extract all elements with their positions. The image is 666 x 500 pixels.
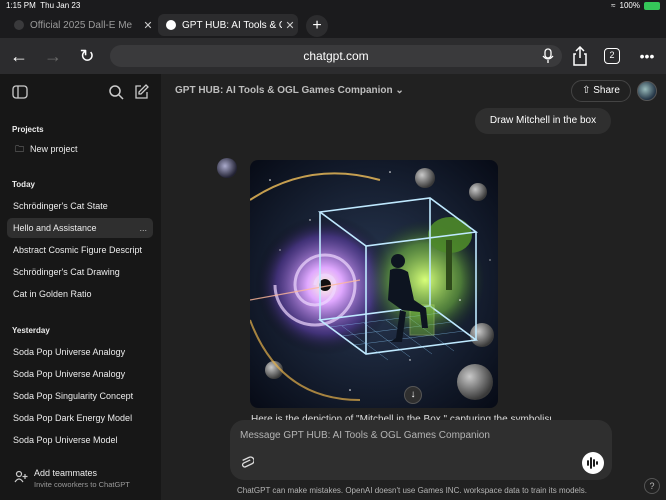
generated-image[interactable] — [250, 160, 498, 408]
chat-history-item[interactable]: Schrödinger's Cat State — [7, 196, 153, 216]
chat-history-item[interactable]: Soda Pop Dark Energy Model — [7, 408, 153, 428]
gpt-selector[interactable]: GPT HUB: AI Tools & OGL Games Companion … — [175, 85, 404, 96]
status-time: 1:15 PM Thu Jan 23 — [6, 1, 81, 10]
paperclip-icon[interactable] — [240, 456, 254, 470]
chat-history-item[interactable]: Soda Pop Universe Analogy — [7, 364, 153, 384]
more-options-icon[interactable]: ... — [139, 218, 147, 238]
gpt-avatar — [217, 158, 237, 178]
chat-history-item[interactable]: Schrödinger's Cat Drawing — [7, 262, 153, 282]
share-label: Share — [593, 85, 620, 96]
reload-icon[interactable]: ↻ — [76, 46, 98, 66]
chat-main: GPT HUB: AI Tools & OGL Games Companion … — [161, 74, 666, 500]
tab-count-button[interactable]: 2 — [604, 48, 620, 64]
scroll-down-button[interactable]: ↓ — [404, 386, 422, 404]
add-teammates-label: Add teammates — [34, 468, 98, 478]
tab-title: Official 2025 Dall-E Me — [30, 19, 133, 31]
help-button[interactable]: ? — [644, 478, 660, 494]
folder-plus-icon: 🗀 — [15, 144, 25, 154]
status-right: ≈ 100% — [611, 1, 660, 10]
chat-history-item[interactable]: Soda Pop Singularity Concept — [7, 386, 153, 406]
voice-mode-button[interactable] — [582, 452, 604, 474]
add-users-icon — [14, 470, 28, 483]
browser-tab-dalle[interactable]: Official 2025 Dall-E Me ✕ — [6, 14, 156, 36]
waveform-icon — [587, 457, 598, 469]
add-teammates-button[interactable]: Add teammates Invite coworkers to ChatGP… — [8, 466, 154, 494]
gpt-name: GPT HUB: AI Tools & OGL Games Companion — [175, 85, 393, 96]
battery-icon — [644, 1, 660, 10]
disclaimer-text: ChatGPT can make mistakes. OpenAI doesn'… — [237, 486, 587, 495]
forward-icon[interactable]: → — [42, 46, 64, 66]
close-tab-icon[interactable]: ✕ — [282, 19, 298, 32]
chat-history-item[interactable]: Soda Pop Universe Analogy — [7, 342, 153, 362]
mitchell-in-the-box-image — [250, 160, 498, 408]
chat-history-item[interactable]: Cat in Golden Ratio — [7, 284, 153, 304]
new-project-label: New project — [30, 144, 78, 154]
chat-history-label: Hello and Assistance — [13, 223, 97, 233]
share-sheet-icon[interactable] — [572, 46, 588, 66]
more-options-icon[interactable]: ••• — [636, 46, 658, 66]
search-icon[interactable] — [108, 84, 124, 100]
new-chat-icon[interactable] — [133, 84, 149, 100]
chat-history-item[interactable]: Abstract Cosmic Figure Descript — [7, 240, 153, 260]
share-icon: ⇧ — [582, 85, 591, 96]
back-icon[interactable]: ← — [8, 46, 30, 66]
chat-history-item-active[interactable]: Hello and Assistance ... — [7, 218, 153, 238]
message-input[interactable]: Message GPT HUB: AI Tools & OGL Games Co… — [240, 430, 490, 441]
chat-history-item[interactable]: Soda Pop Universe Model — [7, 430, 153, 450]
tab-bar: Official 2025 Dall-E Me ✕ GPT HUB: AI To… — [0, 12, 666, 38]
close-tab-icon[interactable]: ✕ — [140, 19, 156, 32]
microphone-icon[interactable] — [542, 48, 554, 64]
battery-percent: 100% — [619, 1, 640, 10]
user-avatar[interactable] — [637, 81, 657, 101]
user-message: Draw Mitchell in the box — [475, 108, 611, 134]
tab-favicon-icon — [166, 20, 176, 30]
add-teammates-subtitle: Invite coworkers to ChatGPT — [34, 480, 130, 489]
tab-favicon-icon — [14, 20, 24, 30]
browser-tab-gpt-hub[interactable]: GPT HUB: AI Tools & OG ✕ — [158, 14, 298, 36]
new-project-button[interactable]: 🗀 New project — [7, 139, 153, 159]
url-text: chatgpt.com — [303, 49, 369, 63]
address-bar[interactable]: chatgpt.com — [110, 45, 562, 67]
status-bar: 1:15 PM Thu Jan 23 ≈ 100% — [0, 0, 666, 12]
sidebar: Projects 🗀 New project Today Schrödinger'… — [0, 74, 161, 500]
toggle-sidebar-icon[interactable] — [12, 84, 28, 100]
wifi-icon: ≈ — [611, 1, 616, 10]
today-header: Today — [12, 180, 35, 189]
chevron-down-icon: ⌄ — [395, 85, 404, 96]
new-tab-button[interactable]: + — [306, 15, 328, 37]
share-button[interactable]: ⇧ Share — [571, 80, 631, 102]
projects-header: Projects — [12, 125, 44, 134]
browser-toolbar: ← → ↻ chatgpt.com 2 ••• — [0, 38, 666, 74]
message-composer[interactable]: Message GPT HUB: AI Tools & OGL Games Co… — [230, 420, 612, 480]
yesterday-header: Yesterday — [12, 326, 50, 335]
tab-title: GPT HUB: AI Tools & OG — [182, 19, 282, 31]
